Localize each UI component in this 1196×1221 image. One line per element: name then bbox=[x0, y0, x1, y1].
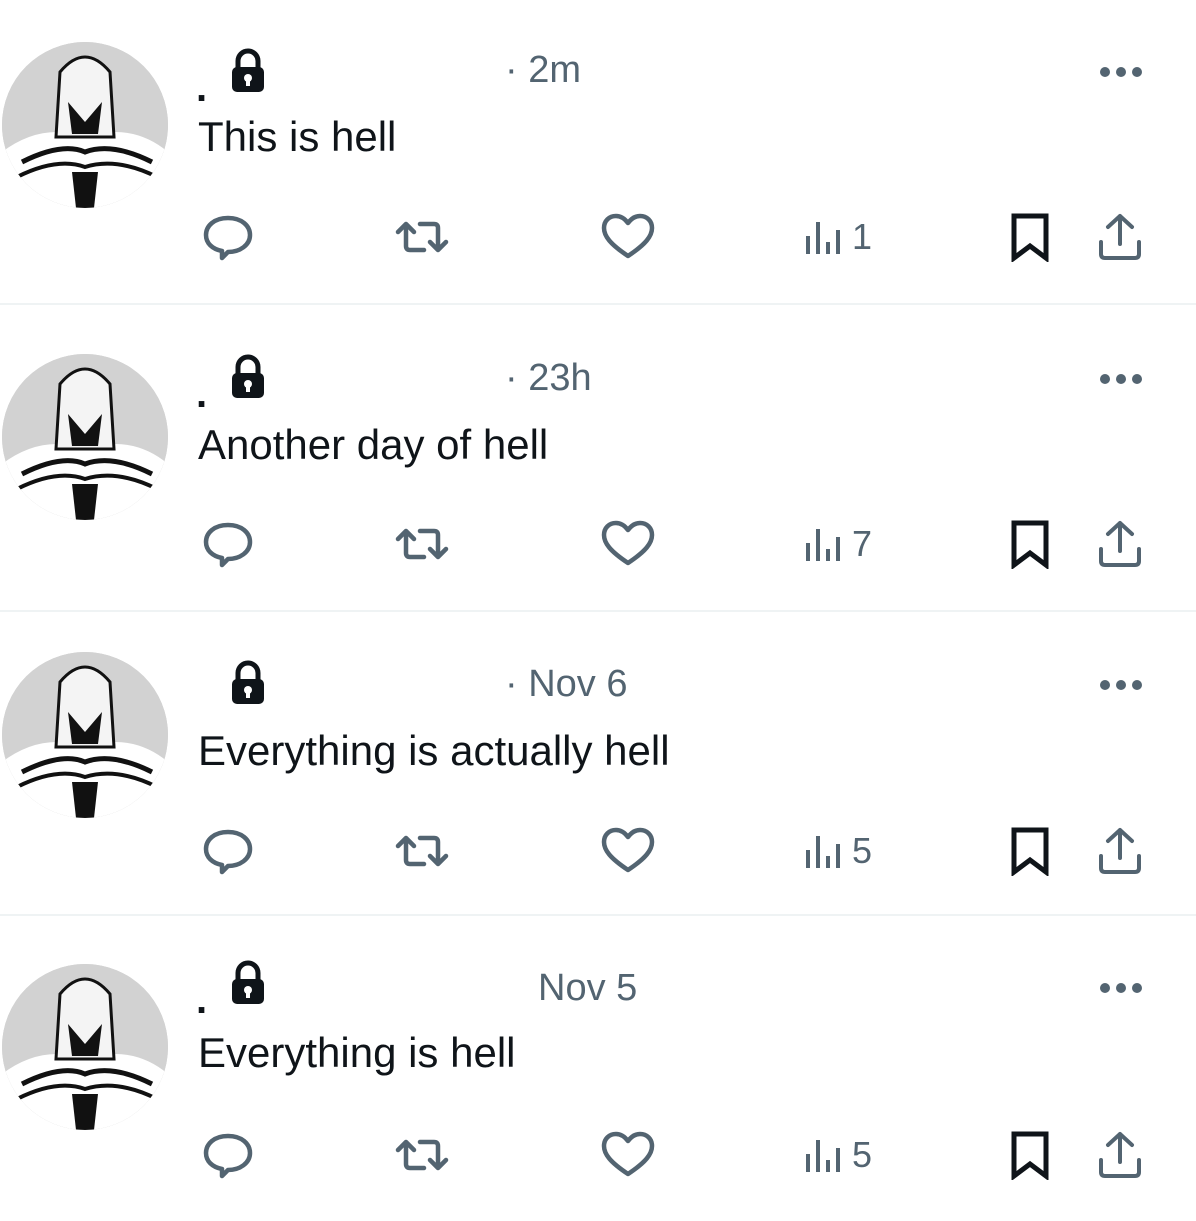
tweet[interactable]: . · 2m This is hell 1 bbox=[0, 0, 1196, 305]
bookmark-button[interactable] bbox=[1008, 1130, 1052, 1180]
timestamp[interactable]: · 2m bbox=[505, 50, 581, 90]
share-icon bbox=[1096, 1130, 1144, 1180]
tweet-text: Everything is hell bbox=[198, 1029, 516, 1076]
lock-icon bbox=[228, 354, 268, 400]
display-name[interactable]: . bbox=[196, 980, 207, 1020]
reply-button[interactable] bbox=[202, 212, 254, 262]
tweet-text: Another day of hell bbox=[198, 421, 549, 468]
reply-icon bbox=[202, 826, 254, 876]
lock-icon bbox=[228, 960, 268, 1006]
lock-icon bbox=[228, 660, 268, 706]
timestamp[interactable]: · Nov 6 bbox=[505, 664, 627, 704]
views-count: 1 bbox=[852, 216, 873, 257]
reply-button[interactable] bbox=[202, 1130, 254, 1180]
reply-button[interactable] bbox=[202, 519, 254, 569]
retweet-button[interactable] bbox=[392, 212, 452, 262]
heart-icon bbox=[600, 826, 656, 876]
like-button[interactable] bbox=[600, 519, 656, 569]
tweet-text: Everything is actually hell bbox=[198, 727, 670, 774]
analytics-icon bbox=[804, 212, 844, 262]
timestamp[interactable]: Nov 5 bbox=[538, 968, 637, 1008]
avatar[interactable] bbox=[2, 42, 168, 208]
views-button[interactable]: 5 bbox=[804, 826, 872, 876]
bookmark-icon bbox=[1008, 519, 1052, 569]
lock-icon bbox=[228, 48, 268, 94]
views-button[interactable]: 5 bbox=[804, 1130, 872, 1180]
reply-icon bbox=[202, 519, 254, 569]
avatar[interactable] bbox=[2, 964, 168, 1130]
views-button[interactable]: 1 bbox=[804, 212, 872, 262]
like-button[interactable] bbox=[600, 826, 656, 876]
views-count: 7 bbox=[852, 523, 873, 564]
share-icon bbox=[1096, 212, 1144, 262]
heart-icon bbox=[600, 519, 656, 569]
heart-icon bbox=[600, 1130, 656, 1180]
bookmark-button[interactable] bbox=[1008, 826, 1052, 876]
tweet[interactable]: . · 23h Another day of hell 7 bbox=[0, 306, 1196, 611]
bookmark-icon bbox=[1008, 212, 1052, 262]
display-name[interactable]: . bbox=[196, 68, 207, 108]
reply-button[interactable] bbox=[202, 826, 254, 876]
tweet-text: This is hell bbox=[198, 113, 397, 160]
views-button[interactable]: 7 bbox=[804, 519, 872, 569]
like-button[interactable] bbox=[600, 1130, 656, 1180]
retweet-icon bbox=[392, 826, 452, 876]
more-icon[interactable] bbox=[1096, 675, 1146, 695]
like-button[interactable] bbox=[600, 212, 656, 262]
reply-icon bbox=[202, 212, 254, 262]
bookmark-button[interactable] bbox=[1008, 519, 1052, 569]
analytics-icon bbox=[804, 1130, 844, 1180]
analytics-icon bbox=[804, 826, 844, 876]
share-button[interactable] bbox=[1096, 826, 1144, 876]
tweet[interactable]: . Nov 5 Everything is hell 5 bbox=[0, 916, 1196, 1221]
share-icon bbox=[1096, 519, 1144, 569]
avatar[interactable] bbox=[2, 354, 168, 520]
analytics-icon bbox=[804, 519, 844, 569]
views-count: 5 bbox=[852, 830, 873, 871]
retweet-icon bbox=[392, 1130, 452, 1180]
bookmark-icon bbox=[1008, 826, 1052, 876]
tweet[interactable]: · Nov 6 Everything is actually hell 5 bbox=[0, 612, 1196, 917]
more-icon[interactable] bbox=[1096, 62, 1146, 82]
more-icon[interactable] bbox=[1096, 978, 1146, 998]
avatar[interactable] bbox=[2, 652, 168, 818]
display-name[interactable]: . bbox=[196, 374, 207, 414]
retweet-button[interactable] bbox=[392, 519, 452, 569]
retweet-icon bbox=[392, 212, 452, 262]
share-button[interactable] bbox=[1096, 212, 1144, 262]
views-count: 5 bbox=[852, 1134, 873, 1175]
tweet-divider bbox=[0, 303, 1196, 305]
share-icon bbox=[1096, 826, 1144, 876]
timeline-feed: . · 2m This is hell 1 . · 23h Another da… bbox=[0, 0, 1196, 1200]
bookmark-icon bbox=[1008, 1130, 1052, 1180]
heart-icon bbox=[600, 212, 656, 262]
share-button[interactable] bbox=[1096, 1130, 1144, 1180]
bookmark-button[interactable] bbox=[1008, 212, 1052, 262]
retweet-button[interactable] bbox=[392, 1130, 452, 1180]
share-button[interactable] bbox=[1096, 519, 1144, 569]
retweet-icon bbox=[392, 519, 452, 569]
retweet-button[interactable] bbox=[392, 826, 452, 876]
more-icon[interactable] bbox=[1096, 369, 1146, 389]
reply-icon bbox=[202, 1130, 254, 1180]
timestamp[interactable]: · 23h bbox=[505, 358, 592, 398]
